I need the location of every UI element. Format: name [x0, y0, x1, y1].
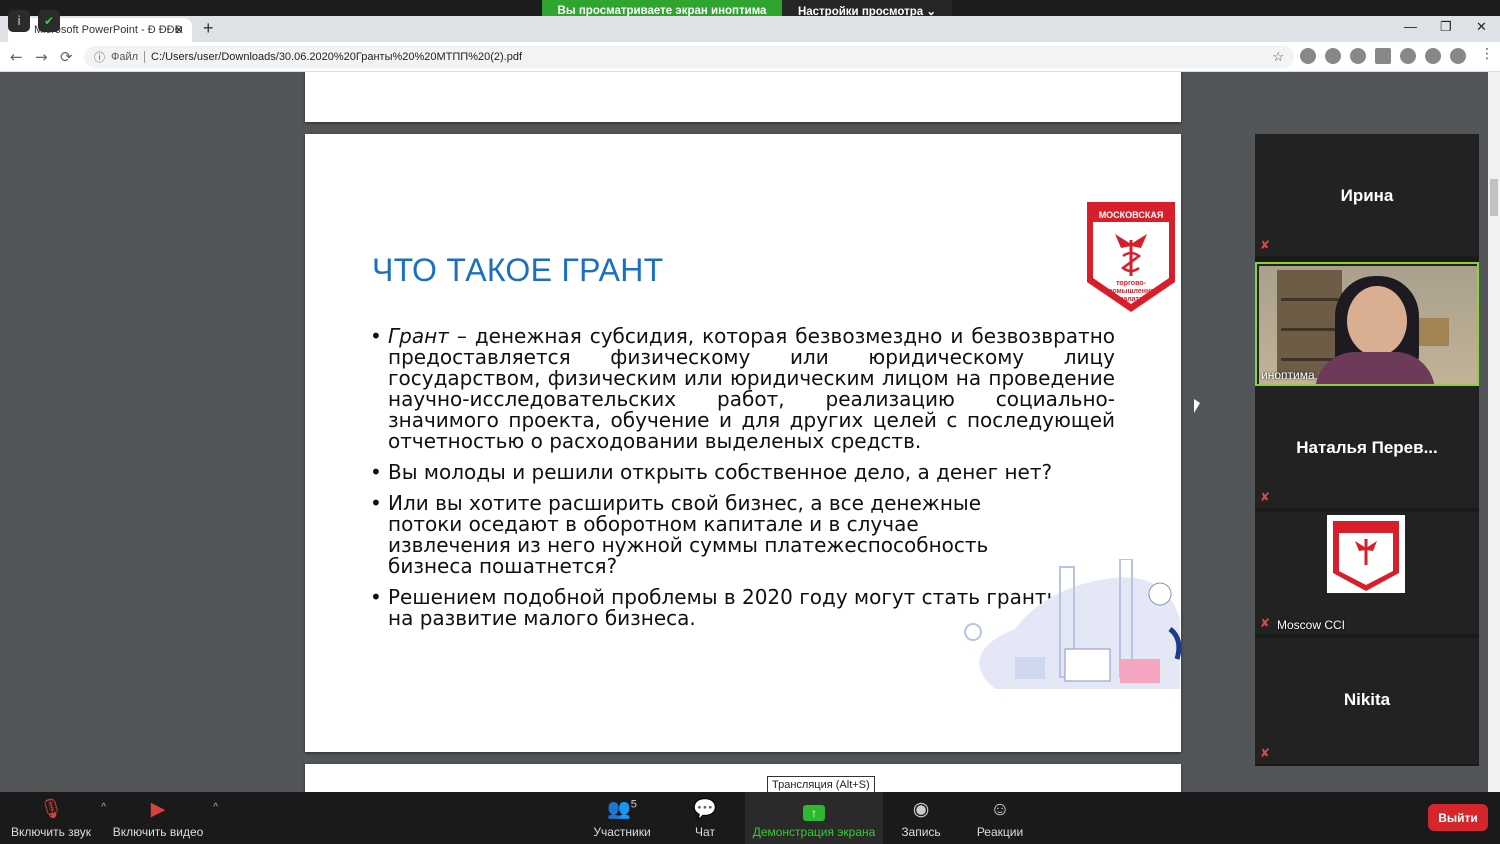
bookmark-star-icon[interactable]: ☆	[1272, 49, 1284, 65]
mouse-cursor	[1194, 399, 1200, 413]
mcci-logo-subtitle: торгово-промышленная палата	[1103, 280, 1159, 303]
muted-mic-icon: ✘	[1260, 746, 1271, 760]
browser-menu-icon[interactable]: ⋮	[1480, 46, 1494, 62]
pdf-page-previous	[305, 72, 1181, 122]
window-close-button[interactable]: ✕	[1476, 19, 1487, 35]
start-video-button[interactable]: ▶︎ Включить видео ^	[112, 792, 218, 844]
pdf-scrollbar[interactable]	[1488, 72, 1500, 792]
extension-icon[interactable]	[1350, 48, 1366, 64]
file-label: Файл	[111, 51, 146, 63]
participant-tile[interactable]: Наталья Перев... ✘	[1255, 386, 1479, 510]
bullet-item: Вы молоды и решили открыть собственное д…	[370, 460, 1115, 484]
participant-name: Ирина	[1340, 186, 1394, 205]
participant-gallery: Ирина ✘ иноптима Наталья Перев... ✘ Mosc…	[1255, 134, 1479, 766]
participant-video	[1259, 266, 1477, 384]
info-icon[interactable]: i	[8, 10, 30, 32]
new-tab-button[interactable]: +	[203, 18, 214, 39]
back-icon[interactable]: ←	[10, 48, 23, 66]
person-face	[1347, 286, 1407, 356]
muted-microphone-icon: 🎙︎	[38, 799, 64, 820]
extension-icon[interactable]	[1300, 48, 1316, 64]
slide-title: ЧТО ТАКОЕ ГРАНТ	[372, 252, 664, 288]
participants-icon: 👥5	[607, 798, 637, 820]
restore-button[interactable]: ❐	[1440, 19, 1452, 35]
browser-tab-strip: Microsoft PowerPoint - Ð ÐÐÐ ✕ + — ❐ ✕	[0, 16, 1500, 42]
extension-icon[interactable]	[1325, 48, 1341, 64]
record-button[interactable]: ◉ Запись	[900, 792, 942, 844]
zoom-overlay-icons: i ✔	[8, 10, 60, 32]
reactions-button[interactable]: ☺ Реакции	[975, 792, 1025, 844]
bullet-text: – денежная субсидия, которая безвозмездн…	[388, 324, 1115, 453]
video-options-caret-icon[interactable]: ^	[213, 802, 218, 813]
url-text: C:/Users/user/Downloads/30.06.2020%20Гра…	[151, 51, 523, 63]
address-bar-row: ← → ⟳ ⓘ Файл C:/Users/user/Downloads/30.…	[0, 42, 1500, 72]
cloud-icon[interactable]	[1400, 48, 1416, 64]
pdf-page-current: ЧТО ТАКОЕ ГРАНТ МОСКОВСКАЯ торгово-промы…	[305, 134, 1182, 752]
minimize-button[interactable]: —	[1404, 19, 1417, 34]
participants-button[interactable]: 👥5 Участники	[592, 792, 652, 844]
start-video-label: Включить видео	[112, 825, 204, 839]
bullet-text: Вы молоды и решили открыть собственное д…	[388, 460, 1053, 484]
participant-name: Наталья Перев...	[1296, 438, 1438, 457]
chat-label: Чат	[695, 825, 715, 839]
business-illustration	[964, 559, 1182, 689]
participants-label: Участники	[593, 825, 651, 839]
muted-mic-icon: ✘	[1260, 616, 1271, 630]
chat-button[interactable]: 💬 Чат	[685, 792, 725, 844]
unmute-label: Включить звук	[10, 825, 92, 839]
reactions-label: Реакции	[976, 825, 1024, 839]
muted-mic-icon: ✘	[1260, 238, 1271, 252]
participant-name: Moscow CCI	[1277, 618, 1346, 632]
bullet-text: Или вы хотите расширить свой бизнес, а в…	[388, 491, 989, 578]
video-off-icon: ▶︎	[150, 799, 166, 820]
participant-tile[interactable]: Moscow CCI ✘	[1255, 512, 1479, 636]
participant-name: Nikita	[1343, 690, 1391, 709]
meeting-toolbar: 🎙︎ Включить звук ^ ▶︎ Включить видео ^ 👥…	[0, 792, 1500, 844]
bullet-item: Грант – денежная субсидия, которая безво…	[370, 326, 1115, 452]
record-icon: ◉	[912, 799, 930, 820]
leave-button[interactable]: Выйти	[1428, 804, 1488, 831]
record-label: Запись	[901, 825, 941, 839]
url-field[interactable]: ⓘ Файл C:/Users/user/Downloads/30.06.202…	[84, 46, 1294, 68]
chat-icon: 💬	[693, 799, 717, 820]
muted-mic-icon: ✘	[1260, 490, 1271, 504]
participant-tile-video[interactable]: иноптима	[1255, 262, 1479, 386]
audio-options-caret-icon[interactable]: ^	[101, 802, 106, 813]
share-screen-button[interactable]: ↑ Демонстрация экрана	[745, 792, 883, 844]
participant-name: иноптима	[1261, 368, 1315, 382]
reactions-icon: ☺	[990, 799, 1010, 820]
tab-close-icon[interactable]: ✕	[174, 23, 184, 37]
scrollbar-thumb[interactable]	[1490, 179, 1498, 216]
extension-icon[interactable]	[1375, 48, 1391, 64]
profile-icon[interactable]	[1450, 48, 1466, 64]
reload-icon[interactable]: ⟳	[60, 48, 73, 66]
moscow-cci-avatar	[1327, 515, 1405, 593]
participants-count: 5	[630, 798, 637, 811]
site-info-icon[interactable]: ⓘ	[94, 49, 105, 65]
share-screen-icon: ↑	[803, 805, 825, 821]
shield-icon[interactable]: ✔	[38, 10, 60, 32]
forward-icon[interactable]: →	[35, 48, 48, 66]
pdf-page-next	[305, 764, 1181, 792]
puzzle-icon[interactable]	[1425, 48, 1441, 64]
wall-picture	[1419, 318, 1449, 346]
unmute-button[interactable]: 🎙︎ Включить звук ^	[10, 792, 106, 844]
participant-tile[interactable]: Nikita ✘	[1255, 638, 1479, 766]
mcci-logo-title: МОСКОВСКАЯ	[1098, 210, 1164, 220]
share-screen-label: Демонстрация экрана	[752, 825, 876, 839]
participant-tile[interactable]: Ирина ✘	[1255, 134, 1479, 258]
